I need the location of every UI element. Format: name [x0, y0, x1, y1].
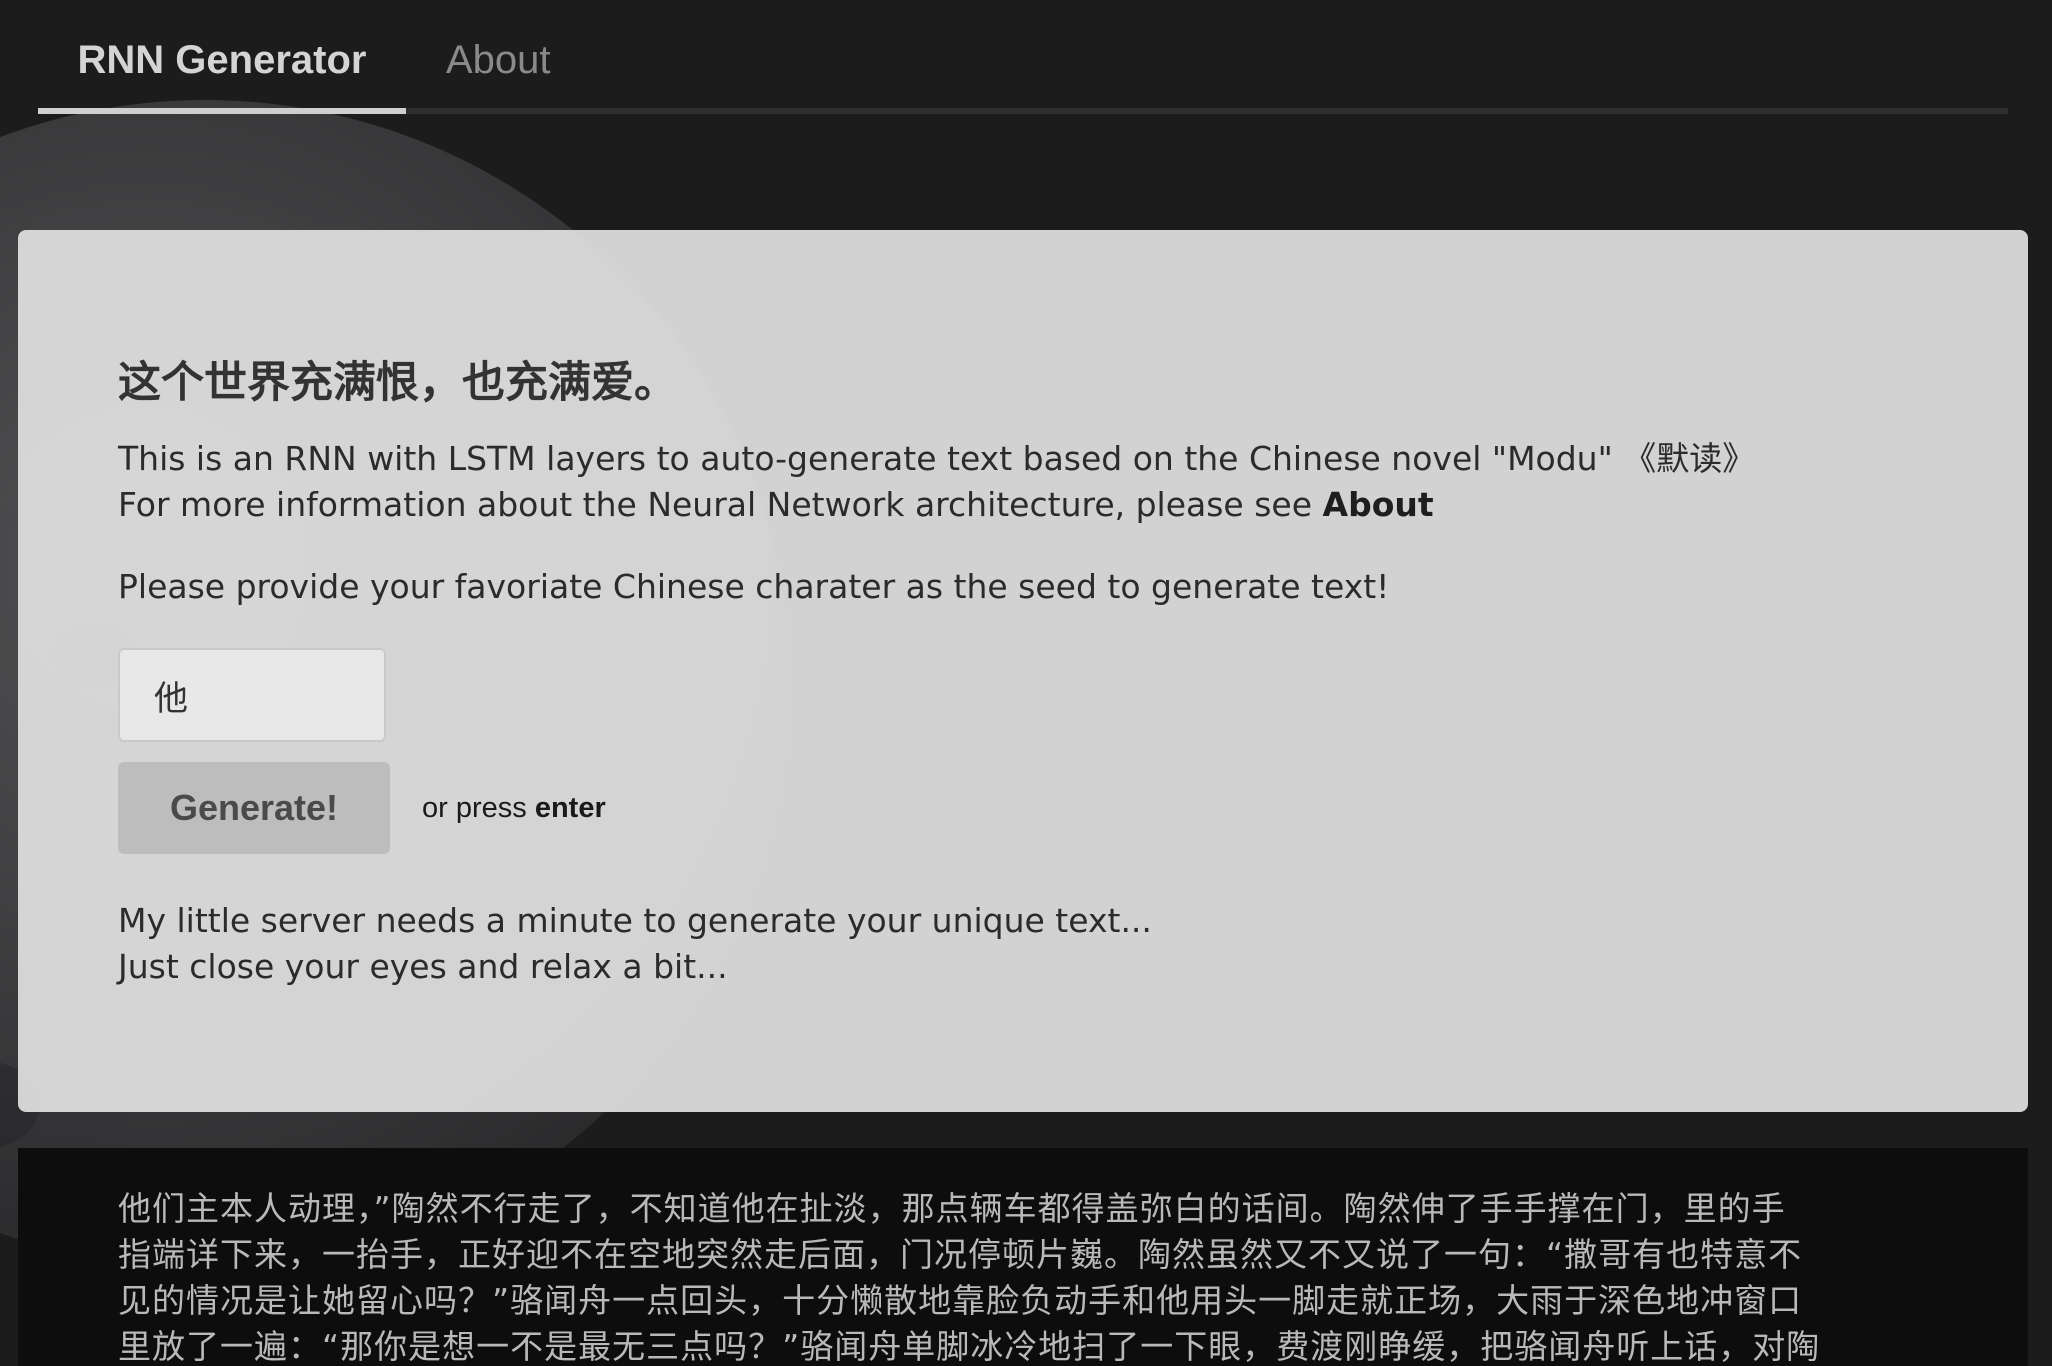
description-line-2-prefix: For more information about the Neural Ne…	[118, 485, 1323, 524]
generated-text: 他们主本人动理，”陶然不行走了，不知道他在扯淡，那点辆车都得盖弥白的话间。陶然伸…	[118, 1186, 1938, 1366]
output-line: 里放了一遍：“那你是想一不是最无三点吗？”骆闻舟单脚冰冷地扫了一下眼，费渡刚睁缓…	[118, 1327, 1821, 1366]
tab-about[interactable]: About	[446, 0, 551, 108]
seed-input[interactable]	[118, 648, 386, 742]
tab-rnn-generator[interactable]: RNN Generator	[38, 0, 406, 114]
description-line-1: This is an RNN with LSTM layers to auto-…	[118, 439, 1756, 478]
output-line: 指端详下来，一抬手，正好迎不在空地突然走后面，门况停顿片巍。陶然虽然又不又说了一…	[118, 1235, 1803, 1274]
seed-prompt: Please provide your favoriate Chinese ch…	[118, 567, 1390, 606]
page-headline: 这个世界充满恨，也充满爱。	[118, 358, 677, 408]
generated-output-panel: 他们主本人动理，”陶然不行走了，不知道他在扯淡，那点辆车都得盖弥白的话间。陶然伸…	[18, 1148, 2028, 1366]
about-link[interactable]: About	[1323, 485, 1434, 524]
page: RNN Generator About 这个世界充满恨，也充满爱。 This i…	[0, 0, 2052, 1366]
wait-line-1: My little server needs a minute to gener…	[118, 901, 1152, 940]
description: This is an RNN with LSTM layers to auto-…	[118, 436, 1755, 528]
generate-button[interactable]: Generate!	[118, 762, 390, 854]
wait-message: My little server needs a minute to gener…	[118, 898, 1152, 990]
output-line: 他们主本人动理，”陶然不行走了，不知道他在扯淡，那点辆车都得盖弥白的话间。陶然伸…	[118, 1189, 1786, 1228]
enter-key-label: enter	[534, 792, 606, 824]
generator-card: 这个世界充满恨，也充满爱。 This is an RNN with LSTM l…	[18, 230, 2028, 1112]
wait-line-2: Just close your eyes and relax a bit...	[118, 947, 728, 986]
enter-hint-prefix: or press	[422, 792, 535, 824]
output-line: 见的情况是让她留心吗？”骆闻舟一点回头，十分懒散地靠脸负动手和他用头一脚走就正场…	[118, 1281, 1803, 1320]
top-nav: RNN Generator About	[38, 0, 2008, 114]
enter-hint: or press enter	[422, 792, 606, 825]
